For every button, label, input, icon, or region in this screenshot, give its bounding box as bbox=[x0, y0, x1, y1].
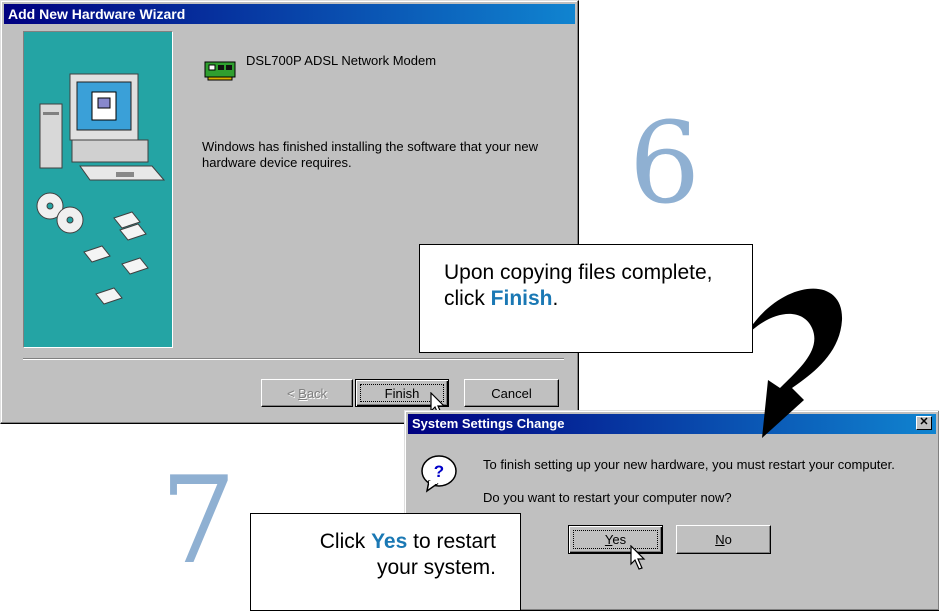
wizard-title: Add New Hardware Wizard bbox=[8, 6, 186, 22]
step7-callout: Click Yes to restart your system. bbox=[250, 513, 521, 611]
computer-setup-illustration bbox=[36, 73, 166, 305]
dialog-title: System Settings Change bbox=[412, 416, 565, 431]
back-button[interactable]: < Back bbox=[261, 379, 353, 407]
step-number-6: 6 bbox=[629, 99, 701, 229]
wizard-title-bar[interactable]: Add New Hardware Wizard bbox=[4, 4, 575, 24]
add-hardware-wizard-window: Add New Hardware Wizard DSL700P ADSL Net… bbox=[0, 0, 579, 424]
network-modem-icon bbox=[204, 61, 236, 81]
device-name: DSL700P ADSL Network Modem bbox=[246, 53, 437, 68]
step7-text: Click bbox=[319, 530, 372, 553]
curved-arrow bbox=[744, 288, 843, 438]
finish-label: Finish bbox=[384, 386, 420, 401]
dialog-title-bar[interactable]: System Settings Change ✕ bbox=[408, 414, 936, 434]
cancel-button[interactable]: Cancel bbox=[464, 379, 559, 407]
close-icon: ✕ bbox=[919, 416, 929, 428]
step6-text: Upon copying files complete, click bbox=[444, 261, 713, 310]
close-button[interactable]: ✕ bbox=[916, 416, 932, 430]
step6-highlight: Finish bbox=[490, 287, 553, 310]
cancel-label: Cancel bbox=[491, 386, 532, 401]
step-number-7: 7 bbox=[160, 452, 237, 591]
no-button[interactable]: No bbox=[676, 525, 771, 554]
wizard-separator bbox=[23, 358, 564, 360]
step7-highlight: Yes bbox=[371, 530, 408, 553]
restart-question: Do you want to restart your computer now… bbox=[483, 490, 732, 505]
install-complete-message: Windows has finished installing the soft… bbox=[202, 139, 539, 170]
question-icon: ? bbox=[421, 455, 457, 493]
mouse-pointer-icon bbox=[630, 545, 646, 570]
wizard-illustration-panel bbox=[23, 31, 173, 348]
yes-button[interactable]: Yes bbox=[568, 525, 663, 554]
step6-callout: Upon copying files complete, click Finis… bbox=[419, 244, 753, 353]
svg-text:?: ? bbox=[434, 462, 444, 481]
restart-required-message: To finish setting up your new hardware, … bbox=[483, 457, 895, 472]
